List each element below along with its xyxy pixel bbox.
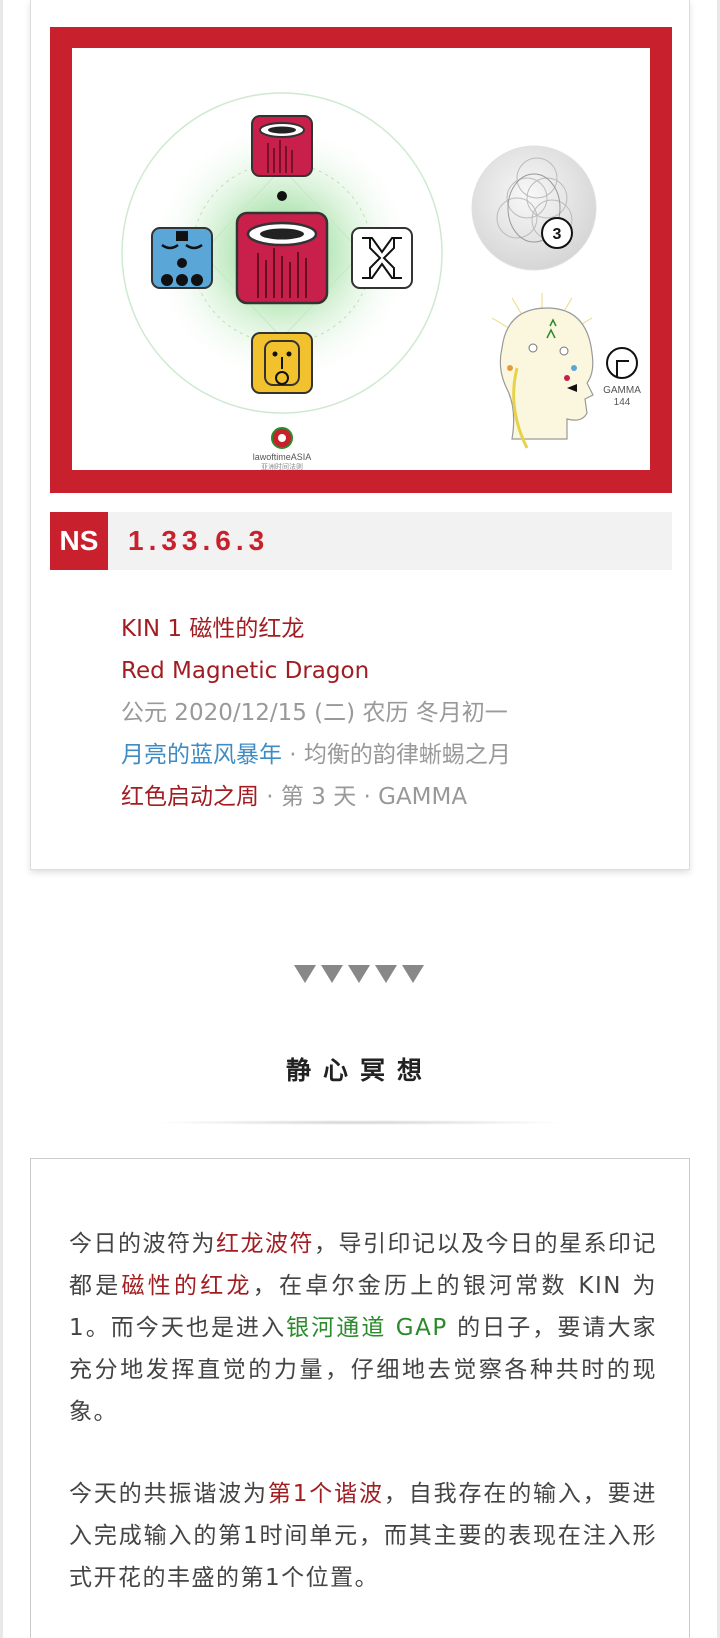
svg-text:GAMMA: GAMMA: [603, 385, 641, 396]
year-link[interactable]: 月亮的蓝风暴年: [121, 742, 282, 768]
left-rail: [0, 0, 3, 1638]
plasma-gamma-icon: GAMMA 144: [603, 347, 641, 408]
wavespell-link[interactable]: 红龙波符: [216, 1231, 314, 1257]
week-day-line: 红色启动之周 · 第 3 天 · GAMMA: [121, 776, 511, 818]
lawoftime-logo: lawoftimeASIA 亚洲时间法则: [253, 427, 312, 470]
moon-text: · 均衡的韵律蜥蜴之月: [282, 742, 511, 768]
kin-card: lawoftimeASIA 亚洲时间法则 3 GAMMA 144 NS 1.33…: [30, 0, 690, 870]
tone-dot: [277, 191, 287, 201]
head-profile-icon: [491, 293, 594, 449]
kin-banner: lawoftimeASIA 亚洲时间法则 3 GAMMA 144: [50, 27, 672, 493]
kin-info: KIN 1 磁性的红龙 Red Magnetic Dragon 公元 2020/…: [121, 608, 511, 818]
section-divider-triangles: [294, 965, 424, 983]
meditation-card: 今日的波符为红龙波符，导引印记以及今日的星系印记都是磁性的红龙，在卓尔金历上的银…: [30, 1158, 690, 1638]
banner-image: lawoftimeASIA 亚洲时间法则 3 GAMMA 144: [72, 48, 650, 470]
analog-glyph-white: [351, 227, 413, 289]
destiny-glyph-red-dragon: [235, 211, 329, 305]
paragraph-2: 今天的共振谐波为第1个谐波，自我存在的输入，要进入完成输入的第1时间单元，而其主…: [69, 1481, 658, 1591]
svg-text:亚洲时间法则: 亚洲时间法则: [261, 462, 303, 470]
harmonic-link[interactable]: 第1个谐波: [268, 1481, 384, 1507]
section-shadow-divider: [150, 1120, 570, 1125]
year-moon-line: 月亮的蓝风暴年 · 均衡的韵律蜥蜴之月: [121, 734, 511, 776]
paragraph-1: 今日的波符为红龙波符，导引印记以及今日的星系印记都是磁性的红龙，在卓尔金历上的银…: [69, 1231, 658, 1425]
kin-title-en: Red Magnetic Dragon: [121, 658, 370, 684]
kin-title-cn: KIN 1 磁性的红龙: [121, 616, 305, 642]
ns-badge: NS: [50, 512, 108, 570]
date-line: 公元 2020/12/15 (二) 农历 冬月初一: [121, 700, 508, 726]
ns-code-value: 1.33.6.3: [128, 525, 270, 556]
section-title: 静心冥想: [285, 1056, 434, 1085]
svg-text:144: 144: [614, 397, 631, 408]
week-link[interactable]: 红色启动之周: [121, 784, 259, 810]
occult-glyph-yellow: [251, 332, 313, 394]
svg-text:3: 3: [553, 226, 562, 243]
antipode-glyph-blue: [151, 227, 213, 289]
kin-name-link[interactable]: 磁性的红龙: [122, 1273, 253, 1299]
gap-link[interactable]: 银河通道 GAP: [286, 1315, 448, 1341]
svg-text:lawoftimeASIA: lawoftimeASIA: [253, 452, 312, 462]
ns-code-row: NS 1.33.6.3: [50, 512, 672, 570]
guide-glyph-red-dragon: [251, 115, 313, 177]
brain-sphere-icon: 3: [471, 145, 597, 271]
day-text: · 第 3 天 · GAMMA: [259, 784, 468, 810]
oracle-diagram: lawoftimeASIA 亚洲时间法则 3 GAMMA 144: [121, 92, 641, 470]
